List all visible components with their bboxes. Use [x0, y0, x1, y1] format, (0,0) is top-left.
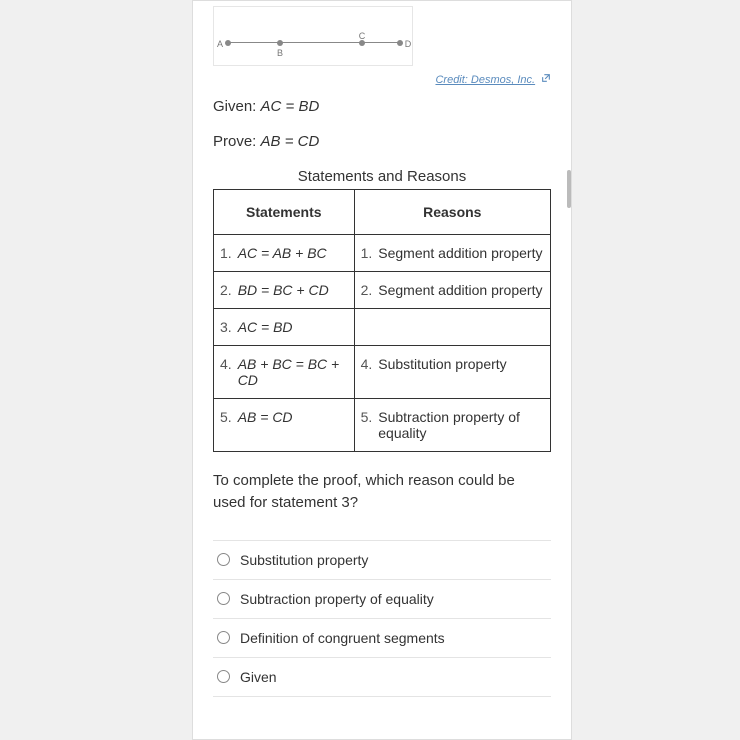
prove-line: Prove: AB = CD: [213, 133, 551, 150]
table-header-row: Statements Reasons: [214, 190, 551, 235]
point-a: [225, 40, 231, 46]
table-row: 1. AC = AB + BC 1. Segment addition proper…: [214, 235, 551, 272]
row-num: 2.: [220, 282, 232, 298]
label-d: D: [405, 39, 412, 49]
reason-text: Segment addition property: [378, 245, 544, 261]
table-row: 5.AB = CD 5.Subtraction property of equa…: [214, 399, 551, 452]
credit-row: Credit: Desmos, Inc.: [213, 70, 551, 86]
statement-text: AC = BD: [238, 319, 348, 335]
option-definition[interactable]: Definition of congruent segments: [213, 619, 551, 658]
reason-num: 1.: [361, 245, 373, 261]
options-list: Substitution property Subtraction proper…: [213, 540, 551, 697]
reason-num: 4.: [361, 356, 373, 372]
reason-text: Segment addition property: [378, 282, 544, 298]
statement-text: AC = AB + BC: [238, 245, 348, 261]
header-statements: Statements: [214, 190, 355, 235]
content-area: A B C D Credit: Desmos, Inc. Given: AC =…: [193, 6, 571, 717]
reason-text: Substitution property: [378, 356, 544, 372]
radio-icon: [217, 670, 230, 683]
label-b: B: [277, 48, 283, 58]
header-reasons: Reasons: [354, 190, 550, 235]
proof-table: Statements Reasons 1. AC = AB + BC 1. Segm…: [213, 189, 551, 452]
point-d: [397, 40, 403, 46]
document-page: A B C D Credit: Desmos, Inc. Given: AC =…: [192, 0, 572, 740]
table-row: 2. BD = BC + CD 2. Segment addition proper…: [214, 272, 551, 309]
given-line: Given: AC = BD: [213, 98, 551, 115]
label-a: A: [217, 39, 223, 49]
option-label: Subtraction property of equality: [240, 591, 434, 607]
reason-num: 5.: [361, 409, 373, 441]
table-caption: Statements and Reasons: [213, 168, 551, 185]
statement-text: AB + BC = BC + CD: [238, 356, 348, 388]
option-substitution[interactable]: Substitution property: [213, 541, 551, 580]
row-num: 5.: [220, 409, 232, 425]
radio-icon: [217, 553, 230, 566]
prove-prefix: Prove:: [213, 133, 261, 150]
external-link-icon: [541, 70, 551, 80]
radio-icon: [217, 592, 230, 605]
option-label: Given: [240, 669, 277, 685]
label-c: C: [359, 31, 366, 41]
question-text: To complete the proof, which reason coul…: [213, 470, 551, 514]
credit-link[interactable]: Credit: Desmos, Inc.: [435, 74, 535, 86]
reason-num: 2.: [361, 282, 373, 298]
row-num: 3.: [220, 319, 232, 335]
statement-text: AB = CD: [238, 409, 348, 425]
table-row: 4.AB + BC = BC + CD 4.Substitution prope…: [214, 346, 551, 399]
given-expr: AC = BD: [261, 98, 320, 115]
scrollbar-thumb[interactable]: [567, 170, 571, 208]
credit-text: Credit: Desmos, Inc.: [435, 74, 535, 86]
table-row: 3. AC = BD: [214, 309, 551, 346]
point-b: [277, 40, 283, 46]
reason-text: Subtraction property of equality: [378, 409, 544, 441]
segment-diagram: A B C D: [213, 6, 413, 66]
segment-line: [228, 42, 398, 43]
given-prefix: Given:: [213, 98, 261, 115]
row-num: 1.: [220, 245, 232, 261]
statement-text: BD = BC + CD: [238, 282, 348, 298]
row-num: 4.: [220, 356, 232, 388]
prove-expr: AB = CD: [261, 133, 320, 150]
option-given[interactable]: Given: [213, 658, 551, 697]
option-subtraction[interactable]: Subtraction property of equality: [213, 580, 551, 619]
radio-icon: [217, 631, 230, 644]
option-label: Substitution property: [240, 552, 368, 568]
option-label: Definition of congruent segments: [240, 630, 445, 646]
